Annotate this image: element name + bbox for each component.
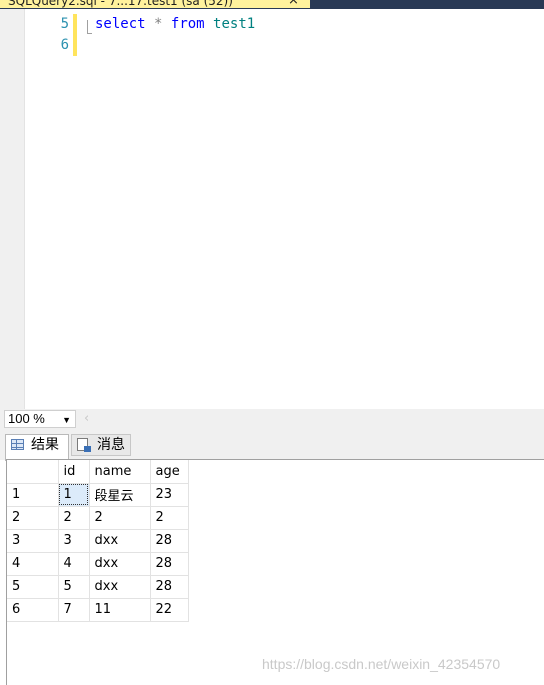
table-row[interactable]: 5 5 dxx 28 bbox=[7, 575, 189, 599]
query-editor[interactable]: 5 6 select * from test1 bbox=[0, 9, 544, 409]
line-number: 6 bbox=[60, 37, 69, 53]
row-number[interactable]: 2 bbox=[7, 506, 59, 530]
row-header-corner[interactable] bbox=[7, 460, 59, 484]
column-header-age[interactable]: age bbox=[150, 460, 189, 484]
table-row[interactable]: 3 3 dxx 28 bbox=[7, 529, 189, 553]
cell-name[interactable]: dxx bbox=[89, 575, 151, 599]
table-row[interactable]: 1 1 段星云 23 bbox=[7, 483, 189, 507]
cell-name[interactable]: 段星云 bbox=[89, 483, 151, 507]
tab-results-label: 结果 bbox=[31, 437, 59, 453]
column-header-name[interactable]: name bbox=[89, 460, 151, 484]
cell-id[interactable]: 2 bbox=[58, 506, 90, 530]
scroll-left-icon[interactable]: ‹ bbox=[84, 411, 89, 426]
result-tabs: 结果 消息 bbox=[0, 430, 544, 461]
cell-age[interactable]: 23 bbox=[150, 483, 189, 507]
results-pane[interactable]: id name age 1 1 段星云 23 2 2 2 2 3 3 dxx 28 4 4 dxx 28 5 5 d… bbox=[6, 459, 544, 685]
column-header-id[interactable]: id bbox=[58, 460, 90, 484]
cell-age[interactable]: 22 bbox=[150, 598, 189, 622]
message-icon bbox=[77, 438, 91, 452]
cell-age[interactable]: 2 bbox=[150, 506, 189, 530]
zoom-bar: 100 % ▼ ‹ bbox=[0, 409, 544, 430]
code-token: select bbox=[95, 16, 146, 32]
cell-age[interactable]: 28 bbox=[150, 552, 189, 576]
code-token: from bbox=[170, 16, 205, 32]
row-number[interactable]: 5 bbox=[7, 575, 59, 599]
document-tab[interactable]: SQLQuery2.sql - 7...17.test1 (sa (52)) × bbox=[0, 0, 310, 8]
document-tab-strip: SQLQuery2.sql - 7...17.test1 (sa (52)) × bbox=[0, 0, 544, 9]
document-tab-title: SQLQuery2.sql - 7...17.test1 (sa (52)) bbox=[8, 0, 233, 8]
cell-age[interactable]: 28 bbox=[150, 529, 189, 553]
cell-name[interactable]: dxx bbox=[89, 529, 151, 553]
row-number[interactable]: 3 bbox=[7, 529, 59, 553]
table-row[interactable]: 2222 bbox=[7, 506, 189, 530]
table-row[interactable]: 6 7 11 22 bbox=[7, 598, 189, 622]
tab-messages[interactable]: 消息 bbox=[71, 434, 131, 456]
cell-id[interactable]: 7 bbox=[58, 598, 90, 622]
watermark-text: https://blog.csdn.net/weixin_42354570 bbox=[262, 656, 501, 672]
zoom-value: 100 % bbox=[8, 411, 45, 426]
cell-name[interactable]: 2 bbox=[89, 506, 151, 530]
cell-age[interactable]: 28 bbox=[150, 575, 189, 599]
outline-fold-marker bbox=[87, 20, 92, 34]
grid-icon bbox=[11, 439, 24, 450]
cell-id[interactable]: 5 bbox=[58, 575, 90, 599]
row-number[interactable]: 6 bbox=[7, 598, 59, 622]
line-number-gutter: 5 6 bbox=[24, 9, 72, 409]
cell-name[interactable]: 11 bbox=[89, 598, 151, 622]
chevron-down-icon[interactable]: ▼ bbox=[62, 412, 71, 428]
cell-name[interactable]: dxx bbox=[89, 552, 151, 576]
tab-results[interactable]: 结果 bbox=[5, 434, 69, 461]
grid-header-row: id name age bbox=[7, 460, 189, 484]
row-number[interactable]: 1 bbox=[7, 483, 59, 507]
row-number[interactable]: 4 bbox=[7, 552, 59, 576]
code-line[interactable]: select * from test1 bbox=[95, 14, 255, 35]
zoom-select[interactable]: 100 % ▼ bbox=[4, 410, 76, 428]
cell-id[interactable]: 3 bbox=[58, 529, 90, 553]
editor-selection-margin bbox=[0, 9, 25, 409]
cell-id[interactable]: 4 bbox=[58, 552, 90, 576]
table-row[interactable]: 4 4 dxx 28 bbox=[7, 552, 189, 576]
close-icon[interactable]: × bbox=[288, 0, 299, 8]
line-number: 5 bbox=[60, 16, 69, 32]
cell-id[interactable]: 1 bbox=[58, 483, 90, 507]
tab-messages-label: 消息 bbox=[97, 437, 125, 453]
results-grid[interactable]: id name age 1 1 段星云 23 2 2 2 2 3 3 dxx 28 4 4 dxx 28 5 5 d… bbox=[7, 460, 189, 622]
change-tracking-bar bbox=[73, 14, 77, 56]
code-token: test1 bbox=[213, 16, 256, 32]
